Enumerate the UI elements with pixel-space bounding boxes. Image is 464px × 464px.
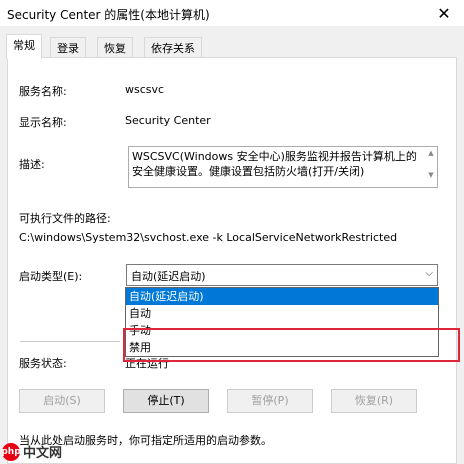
startup-type-value: 自动(延迟启动) (131, 270, 206, 283)
option-manual[interactable]: 手动 (126, 322, 438, 339)
tab-logon[interactable]: 登录 (50, 37, 86, 58)
php-logo: php (1, 442, 21, 461)
title-bar: Security Center 的属性(本地计算机) ✕ (0, 0, 464, 26)
service-status-value: 正在运行 (125, 357, 169, 370)
watermark: php 中文网 (1, 442, 63, 461)
close-icon: ✕ (437, 3, 451, 23)
close-button[interactable]: ✕ (424, 0, 464, 26)
startup-type-dropdown: 自动(延迟启动) 自动 手动 禁用 (125, 287, 439, 357)
window-title: Security Center 的属性(本地计算机) (7, 8, 210, 22)
display-name-label: 显示名称: (19, 116, 67, 129)
stop-button[interactable]: 停止(T) (123, 389, 209, 413)
description-textbox[interactable]: WSCSVC(Windows 安全中心)服务监视并报告计算机上的安全健康设置。健… (128, 146, 438, 188)
watermark-text: 中文网 (23, 446, 63, 461)
service-name-value: wscsvc (125, 83, 165, 96)
tab-general[interactable]: 常规 (6, 34, 42, 59)
chevron-down-icon: ⌵ (425, 268, 433, 279)
scroll-down-icon[interactable]: ▼ (426, 171, 436, 183)
startup-type-label: 启动类型(E): (19, 270, 83, 283)
tab-recovery[interactable]: 恢复 (97, 37, 133, 58)
service-name-label: 服务名称: (19, 85, 67, 98)
divider (20, 341, 120, 342)
pause-button[interactable]: 暂停(P) (227, 389, 313, 413)
tab-dependencies[interactable]: 依存关系 (144, 37, 202, 58)
description-label: 描述: (19, 158, 45, 171)
description-text: WSCSVC(Windows 安全中心)服务监视并报告计算机上的安全健康设置。健… (132, 150, 417, 178)
exe-path-value: C:\windows\System32\svchost.exe -k Local… (19, 231, 398, 244)
option-auto-delayed[interactable]: 自动(延迟启动) (126, 288, 438, 305)
display-name-value: Security Center (125, 114, 211, 127)
option-auto[interactable]: 自动 (126, 305, 438, 322)
exe-path-label: 可执行文件的路径: (19, 212, 111, 225)
service-status-label: 服务状态: (19, 357, 67, 370)
option-disabled[interactable]: 禁用 (126, 339, 438, 356)
general-panel: 服务名称: wscsvc 显示名称: Security Center 描述: W… (7, 57, 460, 464)
start-button[interactable]: 启动(S) (19, 389, 105, 413)
startup-type-select[interactable]: 自动(延迟启动) ⌵ (126, 264, 438, 286)
resume-button[interactable]: 恢复(R) (331, 389, 417, 413)
scroll-up-icon[interactable]: ▲ (426, 149, 436, 161)
